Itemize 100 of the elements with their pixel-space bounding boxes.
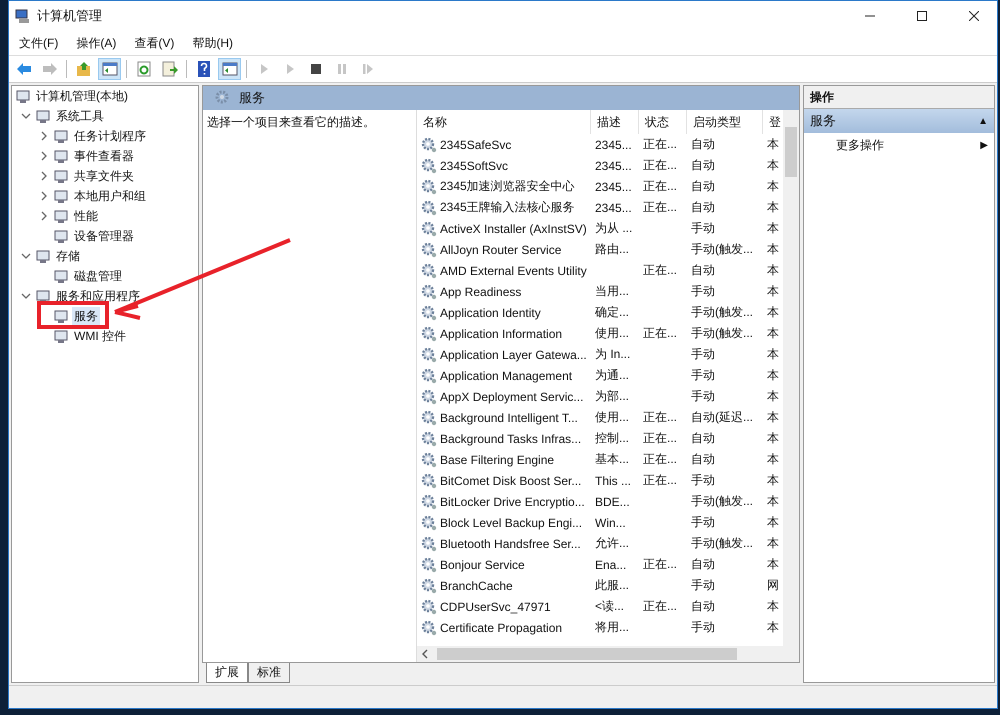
horizontal-scrollbar[interactable] (417, 646, 799, 662)
table-cell: 手动(触发... (691, 241, 753, 258)
tree-item[interactable]: 共享文件夹 (72, 166, 136, 186)
table-cell: 控制... (595, 430, 630, 447)
table-cell: Win... (595, 516, 626, 530)
table-cell: 本 (767, 220, 779, 237)
table-cell: Application Layer Gatewa... (440, 348, 587, 362)
table-cell: 手动 (691, 577, 715, 594)
section-header[interactable]: 服务 ▲ (804, 109, 994, 133)
table-cell: AMD External Events Utility (440, 264, 587, 278)
tree-item[interactable]: 系统工具 (54, 106, 106, 126)
collapse-arrow[interactable]: ▲ (978, 116, 988, 126)
table-cell: 自动 (691, 262, 715, 279)
gear-icon (421, 430, 437, 446)
tab[interactable]: 标准 (248, 663, 290, 683)
gear-icon (421, 472, 437, 488)
gear-icon (421, 200, 437, 216)
table-cell: 本 (767, 136, 779, 153)
menu-item[interactable]: 查看(V) (134, 34, 174, 52)
table-cell: 本 (767, 157, 779, 174)
table-cell: Background Tasks Infras... (440, 432, 582, 446)
table-cell: CDPUserSvc_47971 (440, 600, 551, 614)
table-cell: 2345... (595, 158, 632, 172)
table-cell: AppX Deployment Servic... (440, 390, 584, 404)
gear-icon (421, 136, 437, 152)
column-header[interactable]: 名称 (417, 110, 591, 134)
gear-icon (421, 326, 437, 342)
action-item[interactable]: 更多操作 (836, 136, 884, 154)
table-cell: 自动 (691, 556, 715, 573)
tree-item[interactable]: 任务计划程序 (72, 126, 148, 146)
table-cell: 本 (767, 514, 779, 531)
tab[interactable]: 扩展 (206, 663, 248, 683)
gear-icon (421, 346, 437, 362)
table-cell: 手动 (691, 220, 715, 237)
table-cell: 手动(触发... (691, 493, 753, 510)
node-icon (53, 308, 69, 324)
gear-icon (421, 388, 437, 404)
menu-item[interactable]: 操作(A) (76, 34, 116, 52)
table-cell: 自动 (691, 598, 715, 615)
column-header[interactable]: 启动类型 (687, 110, 763, 134)
table-cell: 手动(触发... (691, 304, 753, 321)
chevron-right-icon[interactable] (39, 151, 49, 161)
table-cell: 本 (767, 346, 779, 363)
pane-title: 服务 (239, 89, 265, 107)
chevron-right-icon[interactable] (39, 211, 49, 221)
table-cell: 本 (767, 493, 779, 510)
tree-pane-icon[interactable] (98, 58, 121, 80)
chevron-right-icon[interactable] (39, 131, 49, 141)
table-cell: 正在... (643, 409, 678, 426)
chevron-down-icon[interactable] (21, 291, 31, 301)
tree-item[interactable]: WMI 控件 (72, 326, 128, 346)
chevron-down-icon[interactable] (21, 111, 31, 121)
table-cell: 自动 (691, 451, 715, 468)
table-cell: 正在... (643, 472, 678, 489)
tree-item[interactable]: 存储 (54, 246, 82, 266)
chevron-right-icon[interactable] (39, 191, 49, 201)
gear-icon (421, 536, 437, 552)
table-cell: 为 In... (595, 346, 630, 363)
table-cell: 本 (767, 430, 779, 447)
tree-item[interactable]: 性能 (72, 206, 100, 226)
node-icon (53, 228, 69, 244)
tree-item[interactable]: 计算机管理(本地) (34, 86, 130, 106)
tree-item[interactable]: 服务 (72, 306, 100, 326)
vertical-scrollbar[interactable] (783, 110, 799, 646)
table-cell: BDE... (595, 494, 630, 508)
gear-icon (421, 220, 437, 236)
table-cell: 自动(延迟... (691, 409, 753, 426)
menu-item[interactable]: 文件(F) (19, 34, 58, 52)
menu-item[interactable]: 帮助(H) (192, 34, 233, 52)
node-icon (53, 208, 69, 224)
tree-item[interactable]: 设备管理器 (72, 226, 136, 246)
table-cell: 手动 (691, 283, 715, 300)
node-icon (53, 168, 69, 184)
table-cell: 本 (767, 409, 779, 426)
table-cell: 手动 (691, 388, 715, 405)
chevron-left-icon[interactable] (421, 649, 429, 659)
table-cell: 正在... (643, 556, 678, 573)
node-icon (15, 88, 31, 104)
gear-icon (421, 598, 437, 614)
tree-item[interactable]: 磁盘管理 (72, 266, 124, 286)
table-cell: 手动 (691, 472, 715, 489)
computer-icon (15, 8, 31, 24)
table-cell: 正在... (643, 136, 678, 153)
table-cell: 本 (767, 619, 779, 636)
table-cell: 确定... (595, 304, 630, 321)
chevron-down-icon[interactable] (21, 251, 31, 261)
tree-item[interactable]: 事件查看器 (72, 146, 136, 166)
table-cell: 自动 (691, 430, 715, 447)
table-cell: 2345... (595, 180, 632, 194)
chevron-right-icon[interactable] (39, 171, 49, 181)
column-header[interactable]: 状态 (639, 110, 687, 134)
column-header[interactable]: 描述 (591, 110, 639, 134)
table-cell: 为部... (595, 388, 630, 405)
action-pane-icon[interactable] (218, 58, 241, 80)
table-cell: 路由... (595, 241, 630, 258)
tree-item[interactable]: 服务和应用程序 (54, 286, 142, 306)
tree-item[interactable]: 本地用户和组 (72, 186, 148, 206)
section-title: 服务 (810, 112, 836, 130)
table-cell: BitLocker Drive Encryptio... (440, 494, 585, 508)
table-cell: BitComet Disk Boost Ser... (440, 474, 582, 488)
